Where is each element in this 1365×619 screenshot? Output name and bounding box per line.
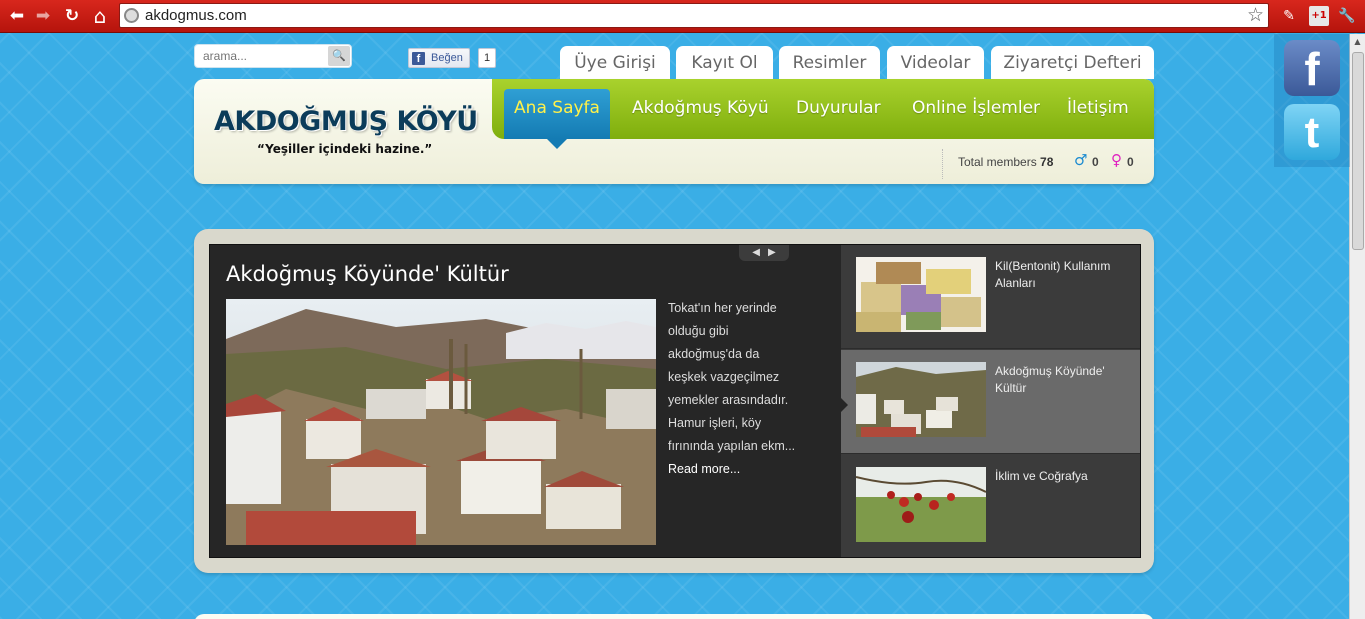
slide-list-label: Kil(Bentonit) Kullanım Alanları: [995, 259, 1111, 290]
tab-videolar[interactable]: Videolar: [887, 46, 984, 79]
next-slide-icon[interactable]: ▶: [768, 247, 784, 258]
members-total: 78: [1040, 155, 1054, 169]
search-icon[interactable]: 🔍: [328, 46, 350, 66]
tab-kayit-ol[interactable]: Kayıt Ol: [676, 46, 773, 79]
slide-list-item-active[interactable]: Akdoğmuş Köyünde' Kültür: [840, 350, 1140, 454]
read-more-link[interactable]: Read more...: [668, 462, 740, 476]
tab-resimler[interactable]: Resimler: [779, 46, 880, 79]
wrench-icon[interactable]: 🔧: [1337, 6, 1357, 26]
slide-main: ◀▶ Akdoğmuş Köyünde' Kültür Tokat'ın her…: [210, 245, 841, 557]
nav-item-akdogmus-koyu[interactable]: Akdoğmuş Köyü: [632, 98, 769, 118]
nav-item-duyurular[interactable]: Duyurular: [796, 98, 881, 118]
twitter-icon[interactable]: t: [1284, 104, 1340, 160]
members-stats: Total members 78: [958, 155, 1053, 169]
slide-title[interactable]: Akdoğmuş Köyünde' Kültür: [226, 262, 509, 286]
site-header: AKDOĞMUŞ KÖYÜ “Yeşiller içindeki hazine.…: [194, 79, 1154, 184]
slide-list-item[interactable]: Kil(Bentonit) Kullanım Alanları: [841, 245, 1140, 349]
slider-inner: ◀▶ Akdoğmuş Köyünde' Kültür Tokat'ın her…: [209, 244, 1141, 558]
globe-icon: [124, 8, 139, 23]
facebook-icon[interactable]: f: [1284, 40, 1340, 96]
slider-arrows: ◀▶: [739, 245, 789, 261]
back-icon[interactable]: ⬅: [6, 5, 28, 27]
thumbnail-image: [856, 467, 986, 542]
slide-image[interactable]: [226, 299, 656, 545]
nav-item-label: Ana Sayfa: [514, 98, 600, 118]
tab-ziyaretci-defteri[interactable]: Ziyaretçi Defteri: [991, 46, 1154, 79]
slide-list-label: Akdoğmuş Köyünde' Kültür: [995, 364, 1105, 395]
thumbnail-image: [856, 257, 986, 332]
search-box: 🔍: [194, 44, 352, 68]
members-label: Total members: [958, 155, 1037, 169]
social-sidebar: f t: [1274, 34, 1350, 167]
site-logo-title[interactable]: AKDOĞMUŞ KÖYÜ: [214, 106, 478, 137]
female-count: 0: [1127, 155, 1134, 169]
slide-excerpt-text: Tokat'ın her yerinde olduğu gibi akdoğmu…: [668, 301, 796, 453]
forward-icon[interactable]: ➡: [32, 5, 54, 27]
nav-item-online-islemler[interactable]: Online İşlemler: [912, 98, 1040, 118]
like-label: Beğen: [431, 52, 463, 64]
url-text: akdogmus.com: [145, 7, 247, 24]
tab-uye-girisi[interactable]: Üye Girişi: [560, 46, 670, 79]
active-nav-pointer: [547, 139, 567, 149]
scroll-thumb[interactable]: [1352, 52, 1364, 250]
active-slide-pointer: [840, 397, 848, 413]
google-plus-extension-icon[interactable]: +1: [1309, 6, 1329, 26]
pen-extension-icon[interactable]: ✎: [1279, 6, 1299, 26]
like-count: 1: [478, 48, 496, 68]
bookmark-star-icon[interactable]: ☆: [1247, 4, 1264, 26]
female-icon: ♀: [1111, 151, 1122, 169]
nav-item-ana-sayfa[interactable]: Ana Sayfa: [504, 89, 610, 149]
prev-slide-icon[interactable]: ◀: [752, 247, 768, 258]
members-divider: [942, 149, 943, 179]
search-input[interactable]: [195, 45, 325, 67]
thumbnail-image: [856, 362, 986, 437]
home-icon[interactable]: ⌂: [89, 5, 111, 27]
slide-list-item[interactable]: İklim ve Coğrafya: [841, 455, 1140, 559]
male-count: 0: [1092, 155, 1099, 169]
nav-item-iletisim[interactable]: İletişim: [1067, 98, 1129, 118]
like-button[interactable]: f Beğen: [408, 48, 470, 68]
browser-toolbar: ⬅ ➡ ↻ ⌂ akdogmus.com ☆ ✎ +1 🔧: [0, 0, 1365, 33]
reload-icon[interactable]: ↻: [61, 5, 83, 27]
page-scrollbar[interactable]: ▲: [1349, 34, 1365, 619]
slide-list: Kil(Bentonit) Kullanım Alanları Akdoğmuş…: [840, 245, 1140, 559]
address-bar[interactable]: akdogmus.com ☆: [119, 3, 1269, 28]
featured-slider: ◀▶ Akdoğmuş Köyünde' Kültür Tokat'ın her…: [194, 229, 1154, 573]
slide-excerpt: Tokat'ın her yerinde olduğu gibi akdoğmu…: [668, 297, 798, 481]
scroll-up-icon[interactable]: ▲: [1350, 34, 1365, 49]
facebook-like-icon: f: [412, 52, 425, 65]
male-icon: ♂: [1074, 151, 1088, 169]
content-box-top: [194, 614, 1154, 619]
site-slogan: “Yeşiller içindeki hazine.”: [257, 142, 433, 156]
main-nav: Ana Sayfa Akdoğmuş Köyü Duyurular Online…: [492, 79, 1154, 149]
slide-list-label: İklim ve Coğrafya: [995, 469, 1088, 483]
